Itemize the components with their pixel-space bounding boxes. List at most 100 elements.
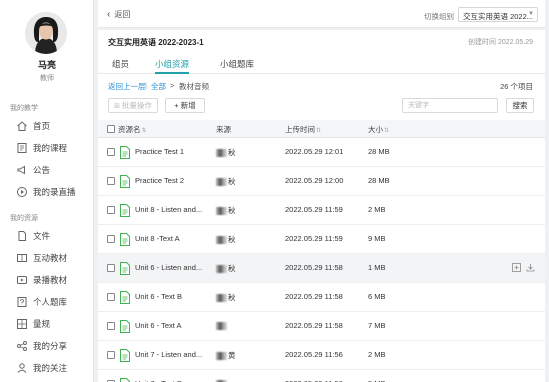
sidebar-item-label: 个人题库: [33, 297, 68, 307]
sidebar-item-announcements[interactable]: 公告: [0, 161, 94, 179]
select-all-checkbox[interactable]: [107, 125, 115, 133]
table-row[interactable]: Unit 6 - Listen and... 秋 2022.05.29 11:58 1…: [98, 254, 545, 283]
resource-name[interactable]: Unit 7 - Listen and...: [135, 350, 202, 359]
row-checkbox[interactable]: [107, 351, 115, 359]
sidebar-item-courses[interactable]: 我的课程: [0, 139, 94, 157]
resource-name[interactable]: Unit 6 - Text B: [135, 292, 182, 301]
resource-source: 黄: [216, 350, 236, 361]
resource-name[interactable]: Practice Test 2: [135, 176, 184, 185]
upload-time: 2022.05.29 12:01: [285, 147, 344, 156]
file-size: 9 MB: [368, 234, 386, 243]
row-checkbox[interactable]: [107, 206, 115, 214]
resource-name[interactable]: Practice Test 1: [135, 147, 184, 156]
source-text: 秋: [228, 177, 236, 186]
home-icon: [16, 120, 28, 132]
sidebar-item-label: 我的分享: [33, 341, 68, 351]
breadcrumb-all[interactable]: 全部: [151, 81, 166, 92]
row-checkbox[interactable]: [107, 264, 115, 272]
recorded-book-icon: [16, 274, 28, 286]
chevron-left-icon: ‹: [107, 9, 111, 20]
sidebar-item-files[interactable]: 文件: [0, 227, 94, 245]
sidebar-item-live[interactable]: 我的录直播: [0, 183, 94, 201]
resource-name[interactable]: Unit 6 - Text A: [135, 321, 182, 330]
table-row[interactable]: Practice Test 1 秋 2022.05.29 12:01 28 MB: [98, 138, 545, 167]
switch-group-label: 切换组别: [424, 12, 454, 21]
resource-name[interactable]: Unit 6 - Listen and...: [135, 263, 202, 272]
section-my-resources: 我的资源: [10, 215, 38, 222]
table-row[interactable]: Unit 8 -Text A 秋 2022.05.29 11:59 9 MB: [98, 225, 545, 254]
tab-group-resources[interactable]: 小组资源: [155, 58, 189, 70]
table-row[interactable]: Unit 7 - Listen and... 黄 2022.05.29 11:56 2…: [98, 341, 545, 370]
redacted-name: [216, 352, 227, 361]
tab-group-question-bank[interactable]: 小组题库: [220, 58, 254, 70]
audio-file-icon: [120, 320, 130, 333]
table-row[interactable]: Unit 6 - Text B 秋 2022.05.29 11:58 6 MB: [98, 283, 545, 312]
file-size: 7 MB: [368, 321, 386, 330]
column-source: 来源: [216, 125, 231, 134]
sidebar-item-label: 我的课程: [33, 143, 68, 153]
file-icon: [16, 230, 28, 242]
audio-file-icon: [120, 233, 130, 246]
column-name-label: 资源名: [118, 125, 141, 134]
row-checkbox[interactable]: [107, 235, 115, 243]
move-icon[interactable]: [512, 263, 521, 272]
table-header: 资源名⇅ 来源 上传时间⇅ 大小⇅: [98, 120, 545, 138]
sidebar-item-label: 首页: [33, 121, 51, 131]
sidebar-item-label: 文件: [33, 231, 51, 241]
user-role: 教师: [40, 75, 54, 82]
redacted-name: [216, 265, 227, 274]
group-select[interactable]: 交互实用英语 2022... ▼: [458, 7, 538, 22]
row-checkbox[interactable]: [107, 148, 115, 156]
back-button[interactable]: ‹ 返回: [107, 9, 130, 20]
resource-name[interactable]: Unit 8 - Listen and...: [135, 205, 202, 214]
row-checkbox[interactable]: [107, 293, 115, 301]
rubric-icon: [16, 318, 28, 330]
sidebar-item-rubrics[interactable]: 量规: [0, 315, 94, 333]
sidebar-item-recorded-books[interactable]: 录播教材: [0, 271, 94, 289]
table-row[interactable]: Unit 6 - Text A 2022.05.29 11:58 7 MB: [98, 312, 545, 341]
avatar[interactable]: [25, 12, 67, 54]
source-text: 秋: [228, 235, 236, 244]
row-checkbox[interactable]: [107, 322, 115, 330]
sidebar-item-label: 录播教材: [33, 275, 68, 285]
sidebar-item-interactive-books[interactable]: 互动教材: [0, 249, 94, 267]
source-text: 秋: [228, 148, 236, 157]
sidebar-item-home[interactable]: 首页: [0, 117, 94, 135]
main-area: ‹ 返回 切换组别 交互实用英语 2022... ▼ 交互实用英语 2022-2…: [98, 0, 545, 382]
table-row[interactable]: Unit 8 - Listen and... 秋 2022.05.29 11:59 2…: [98, 196, 545, 225]
table-row[interactable]: Practice Test 2 秋 2022.05.29 12:00 28 MB: [98, 167, 545, 196]
course-title: 交互实用英语 2022-2023-1: [108, 38, 204, 47]
batch-operation-button[interactable]: ⊞ 批量操作: [108, 98, 158, 113]
created-time: 创建时间 2022.05.29: [468, 39, 533, 46]
download-icon[interactable]: [526, 263, 535, 272]
source-text: 秋: [228, 293, 236, 302]
user-photo-icon: [25, 12, 67, 54]
audio-file-icon: [120, 146, 130, 159]
interactive-book-icon: [16, 252, 28, 264]
sidebar-item-question-bank[interactable]: 个人题库: [0, 293, 94, 311]
table-row[interactable]: Unit 7 - Text B2022.05.29 11:565 MB: [98, 370, 545, 382]
column-upload-time[interactable]: 上传时间⇅: [285, 124, 321, 135]
search-button[interactable]: 搜索: [506, 98, 534, 113]
resource-source: 秋: [216, 263, 236, 274]
batch-icon: ⊞: [114, 102, 120, 110]
add-new-button[interactable]: + 新增: [165, 98, 205, 113]
user-name: 马亮: [37, 60, 56, 70]
column-size-label: 大小: [368, 125, 383, 134]
breadcrumb-up[interactable]: 返回上一层: [108, 81, 146, 92]
upload-time: 2022.05.29 11:58: [285, 292, 343, 301]
column-name[interactable]: 资源名⇅: [118, 124, 147, 135]
resource-source: [216, 321, 228, 331]
redacted-name: [216, 236, 227, 245]
sidebar-item-following[interactable]: 我的关注: [0, 359, 94, 377]
breadcrumb-arrow: >: [170, 81, 175, 90]
sidebar-item-my-shares[interactable]: 我的分享: [0, 337, 94, 355]
tab-members[interactable]: 组员: [112, 58, 129, 70]
resource-name[interactable]: Unit 8 -Text A: [135, 234, 180, 243]
audio-file-icon: [120, 204, 130, 217]
search-input[interactable]: [402, 98, 498, 113]
row-checkbox[interactable]: [107, 177, 115, 185]
file-size: 28 MB: [368, 147, 390, 156]
column-size[interactable]: 大小⇅: [368, 124, 389, 135]
sidebar: 马亮 教师 我的教学 首页 我的课程 公告 我的录直播 我的资源 文件 互动教材…: [0, 0, 94, 382]
